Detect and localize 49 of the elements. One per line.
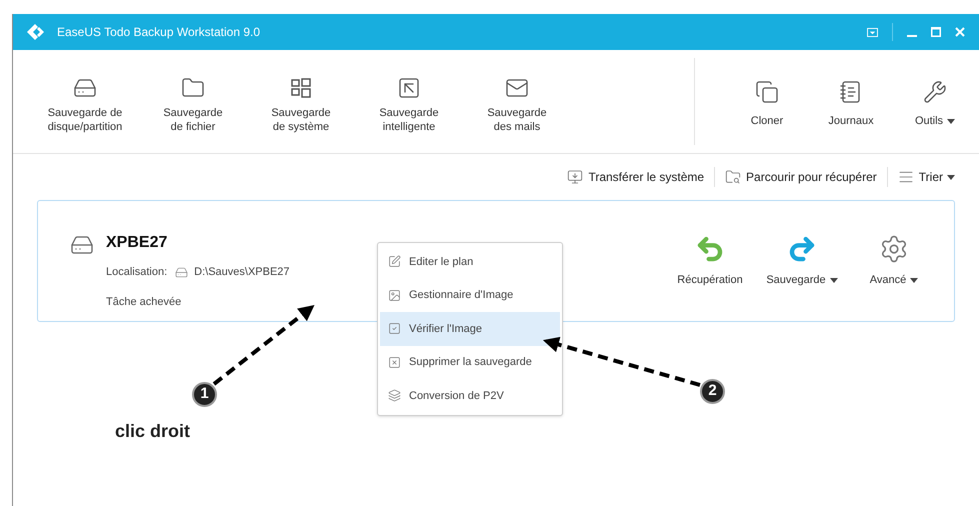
stack-icon — [388, 389, 401, 402]
monitor-download-icon — [567, 169, 584, 185]
folder-search-icon — [725, 169, 742, 185]
card-action-button[interactable]: Avancé — [848, 234, 940, 288]
action-button[interactable]: Trier — [898, 168, 955, 186]
settings-icon — [879, 234, 909, 264]
toolbar-button[interactable]: Sauvegarde de fichier — [139, 76, 247, 134]
checkbox-icon — [388, 322, 401, 336]
backup-name: XPBE27 — [106, 233, 168, 253]
card-action-button[interactable]: Récupération — [664, 234, 756, 288]
menu-item[interactable]: Conversion de P2V — [380, 379, 560, 412]
image-icon — [388, 288, 401, 302]
logo-icon — [27, 24, 47, 40]
location-label: Localisation: — [106, 265, 168, 280]
maximize-icon[interactable] — [931, 27, 941, 37]
status-text: Tâche achevée — [106, 294, 182, 310]
window-title: EaseUS Todo Backup Workstation 9.0 — [57, 24, 260, 41]
x-square-icon — [388, 356, 401, 369]
number-marker: 2 — [700, 379, 725, 404]
restore-panel-icon[interactable] — [867, 28, 878, 36]
location-path: D:\Sauves\XPBE27 — [194, 265, 290, 280]
wrench-icon — [923, 80, 947, 104]
pencil-square-icon — [388, 255, 401, 268]
menu-item[interactable]: Supprimer la sauvegarde — [380, 346, 560, 379]
toolbar-button[interactable]: Cloner — [727, 80, 807, 130]
menu-item[interactable]: Editer le plan — [380, 245, 560, 278]
toolbar-button[interactable]: Sauvegarde de disque/partition — [31, 76, 139, 134]
caret-icon — [910, 278, 918, 282]
close-icon[interactable] — [955, 27, 965, 37]
menu-item[interactable]: Gestionnaire d'Image — [380, 278, 560, 312]
lines-icon — [898, 169, 914, 185]
action-button[interactable]: Parcourir pour récupérer — [725, 168, 877, 186]
caret-icon — [947, 174, 955, 180]
drive-icon — [175, 266, 188, 279]
annotation-caption: clic droit — [115, 420, 190, 443]
menu-item[interactable]: Vérifier l'Image — [380, 312, 560, 346]
copy-icon — [755, 80, 779, 104]
toolbar-button[interactable]: Sauvegarde des mails — [463, 76, 571, 134]
toolbar-button[interactable]: Sauvegarde de système — [247, 76, 355, 134]
toolbar-button[interactable]: Journaux — [811, 80, 891, 130]
number-marker: 1 — [192, 382, 217, 407]
card-action-button[interactable]: Sauvegarde — [756, 234, 848, 288]
arrow-square-icon — [397, 76, 421, 100]
toolbar-button[interactable]: Outils — [895, 80, 975, 130]
caret-icon — [830, 278, 838, 282]
windows-icon — [289, 76, 313, 100]
action-button[interactable]: Transférer le système — [567, 168, 704, 186]
caret-icon — [947, 118, 956, 124]
toolbar-button[interactable]: Sauvegarde intelligente — [355, 76, 463, 134]
